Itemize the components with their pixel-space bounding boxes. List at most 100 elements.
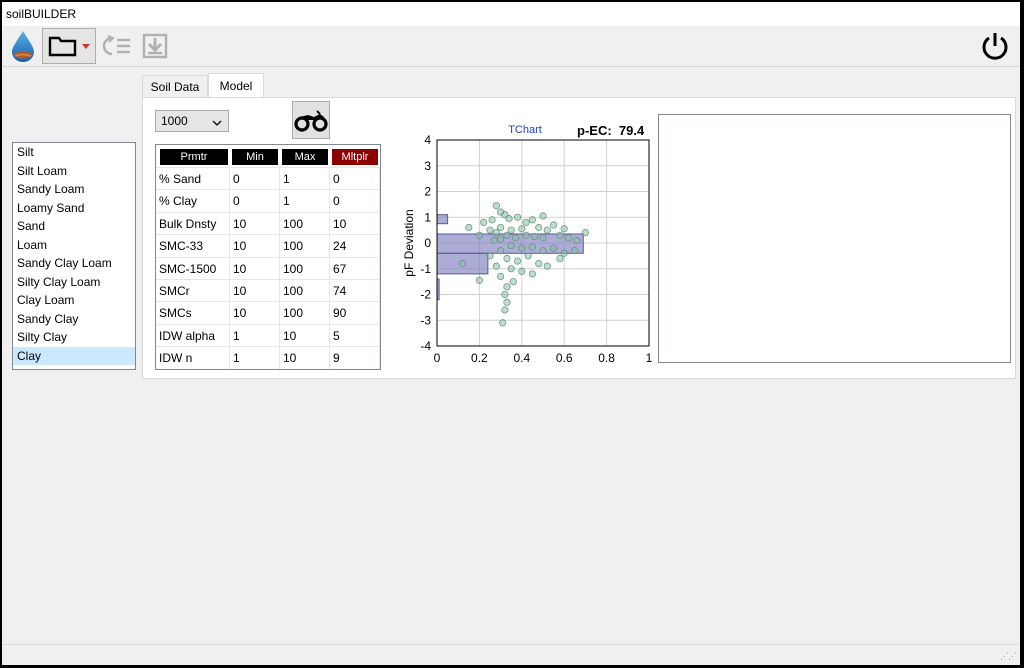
data-point: [465, 224, 473, 232]
data-point: [503, 283, 511, 291]
data-point: [539, 247, 547, 255]
list-item-selected[interactable]: Clay: [13, 346, 135, 365]
data-point: [514, 213, 522, 221]
data-point: [503, 231, 511, 239]
data-point: [535, 224, 543, 232]
download-box-icon: [142, 33, 168, 59]
y-tick-label: 3: [424, 159, 431, 173]
data-point: [505, 214, 513, 223]
data-point: [497, 247, 505, 255]
power-icon: [982, 33, 1008, 60]
data-point: [581, 229, 589, 237]
resize-grip-icon[interactable]: ⋰⋰: [1000, 651, 1017, 662]
data-point: [550, 221, 558, 229]
y-tick-label: 1: [424, 210, 431, 224]
data-point: [543, 262, 551, 270]
data-point: [492, 202, 500, 210]
data-point: [486, 226, 494, 234]
list-item[interactable]: Sandy Clay Loam: [13, 254, 135, 273]
folder-icon: [48, 36, 77, 57]
data-point: [530, 233, 539, 241]
data-point: [458, 260, 466, 268]
data-point: [522, 231, 530, 239]
data-point: [475, 231, 483, 239]
list-item[interactable]: Silt: [13, 143, 135, 162]
data-point: [511, 234, 519, 242]
data-point: [486, 252, 494, 260]
y-tick-label: -1: [420, 262, 431, 276]
data-point: [497, 272, 505, 281]
data-point: [560, 225, 568, 233]
data-point: [499, 319, 507, 327]
list-item[interactable]: Clay Loam: [13, 291, 135, 310]
pf-deviation-chart: 0 0.2 0.4 0.6 0.8 1 4 3 2 1 0 -1 -2 -3 -4 TChart pF Devi…: [402, 124, 653, 365]
data-point: [503, 298, 511, 306]
power-button[interactable]: [977, 28, 1013, 64]
data-point: [539, 212, 547, 220]
save-button[interactable]: [138, 28, 172, 64]
data-point: [480, 218, 488, 226]
list-item[interactable]: Sandy Loam: [13, 180, 135, 199]
data-point: [535, 260, 543, 268]
x-tick-label: 0.6: [556, 351, 573, 365]
list-item[interactable]: Silty Clay Loam: [13, 273, 135, 292]
data-point: [524, 252, 532, 260]
data-point: [507, 242, 515, 250]
data-point: [550, 244, 558, 252]
y-tick-label: -2: [420, 288, 431, 302]
data-point: [571, 247, 579, 255]
y-tick-label: -3: [420, 313, 431, 327]
y-axis-label: pF Deviation: [402, 209, 416, 276]
data-point: [556, 254, 564, 263]
title-bar: soilBUILDER: [2, 2, 1020, 26]
data-point: [492, 262, 500, 270]
data-point: [543, 226, 551, 234]
y-tick-label: 4: [424, 133, 431, 147]
toolbar: [2, 26, 1020, 67]
x-tick-label: 0.2: [471, 351, 488, 365]
y-tick-label: 0: [424, 236, 431, 250]
list-item[interactable]: Silt Loam: [13, 162, 135, 181]
water-drop-earth-icon: [12, 31, 34, 62]
data-point: [518, 244, 526, 252]
undo-button[interactable]: [100, 28, 134, 64]
list-item[interactable]: Sand: [13, 217, 135, 236]
data-point: [573, 236, 581, 244]
tab-model[interactable]: Model: [208, 73, 264, 97]
app-window: soilBUILDER Silt Silt Loam Sandy Loam Lo…: [2, 2, 1020, 665]
data-point: [509, 278, 517, 286]
data-point: [564, 234, 572, 242]
tab-soil-data[interactable]: Soil Data: [142, 75, 208, 97]
data-point: [518, 267, 526, 275]
data-point: [490, 236, 498, 244]
list-item[interactable]: Loam: [13, 236, 135, 255]
soil-texture-list[interactable]: Silt Silt Loam Sandy Loam Loamy Sand San…: [12, 142, 136, 370]
list-item[interactable]: Sandy Clay: [13, 310, 135, 329]
data-point: [528, 216, 536, 224]
data-point: [501, 306, 509, 314]
open-file-button[interactable]: [42, 28, 96, 64]
app-logo-button[interactable]: [6, 28, 40, 64]
data-point: [556, 231, 564, 239]
x-tick-label: 1: [646, 351, 653, 365]
pec-label: p-EC:: [577, 123, 612, 138]
y-tick-label: 2: [424, 185, 431, 199]
secondary-chart-area: [658, 114, 1011, 363]
data-point: [518, 225, 526, 233]
status-bar: ⋰⋰: [2, 644, 1020, 665]
data-point: [497, 235, 505, 243]
y-tick-label: -4: [420, 339, 431, 353]
pec-readout: p-EC: 79.4: [577, 123, 644, 138]
data-point: [522, 218, 530, 226]
x-tick-label: 0.4: [513, 351, 530, 365]
data-point: [475, 276, 483, 284]
x-tick-label: 0.8: [598, 351, 615, 365]
list-item[interactable]: Silty Clay: [13, 328, 135, 347]
data-point: [514, 257, 522, 265]
data-point: [503, 254, 511, 263]
undo-list-icon: [102, 35, 130, 56]
x-tick-label: 0: [434, 351, 441, 365]
data-point: [539, 234, 547, 242]
list-item[interactable]: Loamy Sand: [13, 199, 135, 218]
chart-title: TChart: [508, 124, 542, 136]
